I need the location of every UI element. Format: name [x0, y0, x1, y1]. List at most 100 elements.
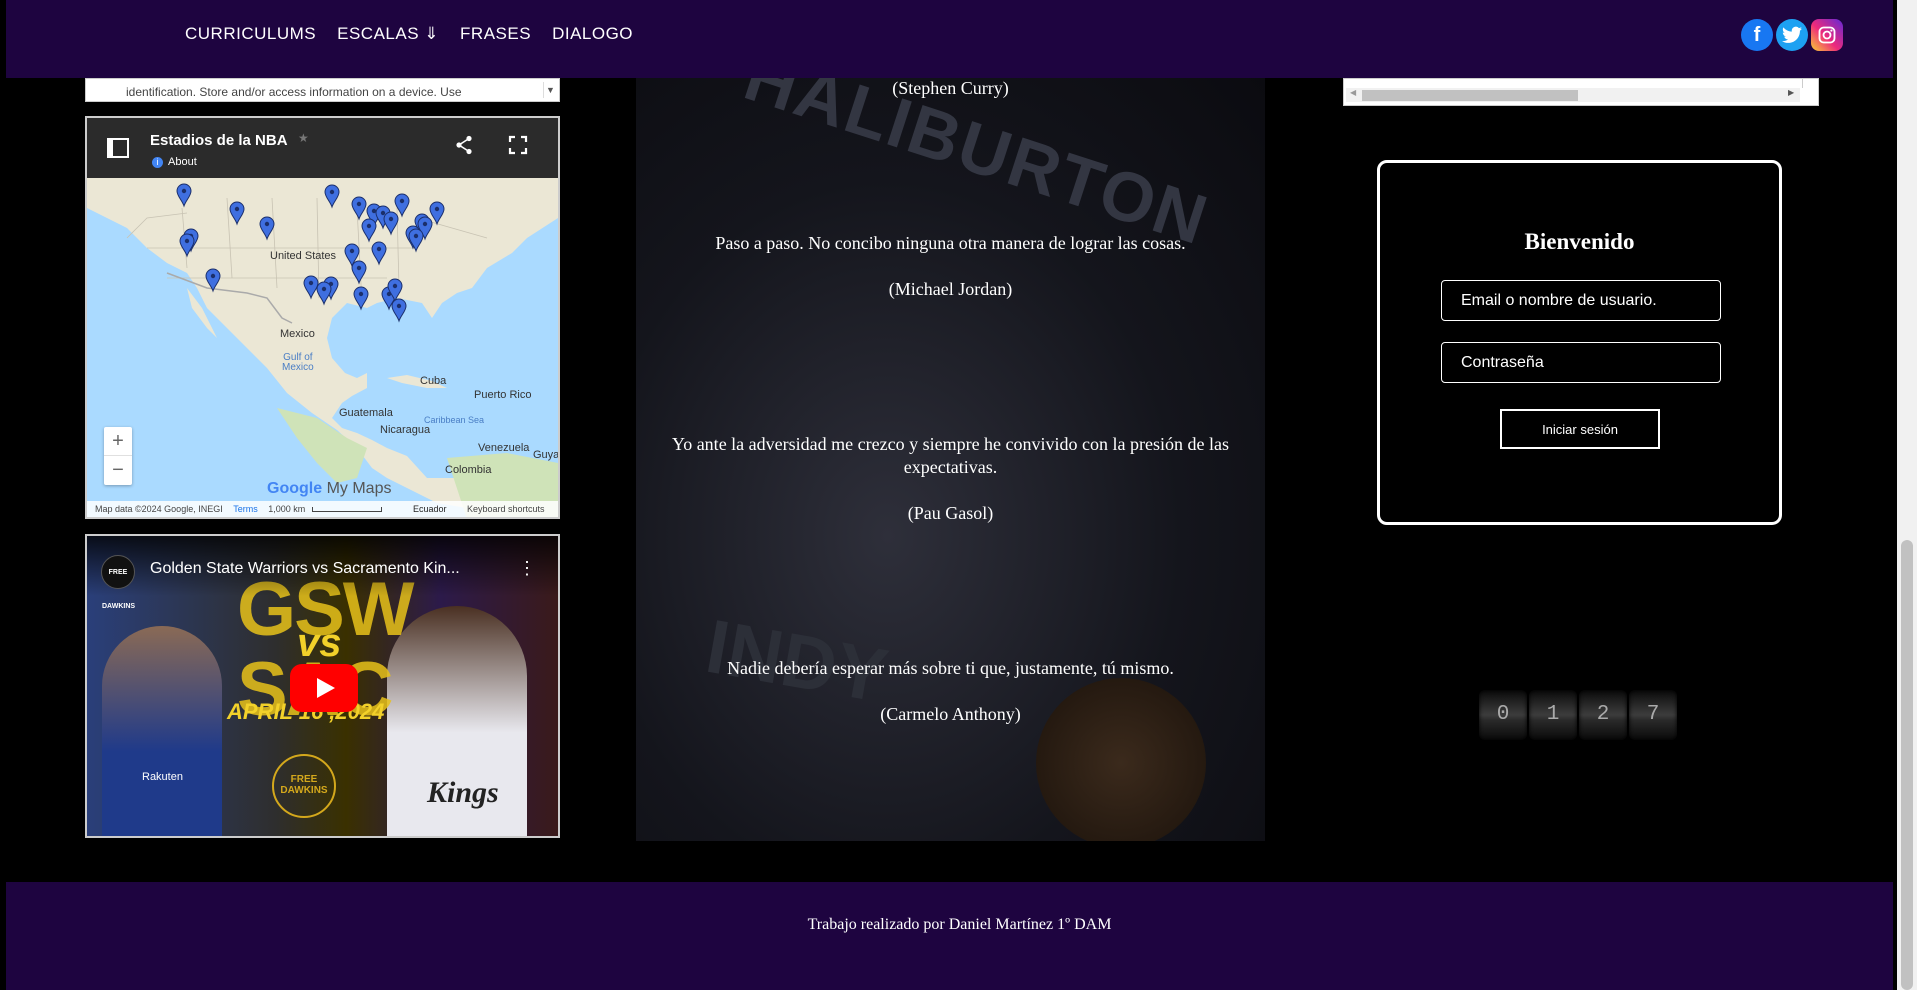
map-pin-dot	[413, 233, 419, 239]
counter-digit: 7	[1629, 690, 1677, 740]
map-pin-dot	[210, 273, 216, 279]
map-legend-icon[interactable]	[107, 138, 129, 158]
instagram-icon[interactable]	[1811, 19, 1843, 51]
map-terms-link[interactable]: Terms	[233, 504, 258, 514]
password-input[interactable]	[1441, 342, 1721, 383]
counter-digit: 0	[1479, 690, 1527, 740]
map-country-label: Ecuador	[413, 504, 447, 514]
map-label-gulf: Gulf of Mexico	[282, 352, 314, 373]
star-icon[interactable]: ★	[298, 131, 309, 145]
vertical-scrollbar[interactable]	[1897, 0, 1917, 990]
fullscreen-icon[interactable]	[508, 135, 528, 155]
map-attribution: Map data ©2024 Google, INEGI Terms 1,000…	[87, 501, 558, 517]
quotes-panel: HALIBURTON INDY (Stephen Curry) Paso a p…	[636, 78, 1265, 841]
map-about-label: About	[168, 156, 197, 168]
facebook-icon[interactable]: f	[1741, 19, 1773, 51]
info-icon: i	[152, 157, 163, 168]
social-links: f	[1741, 19, 1843, 51]
counter-digit: 1	[1529, 690, 1577, 740]
fullscreen-glyph-icon	[508, 135, 528, 155]
map-pin-dot	[399, 198, 405, 204]
map-pin-dot	[234, 206, 240, 212]
map-pin-dot	[349, 248, 355, 254]
counter-digit: 2	[1579, 690, 1627, 740]
quote-author-3: (Pau Gasol)	[907, 503, 994, 523]
quote-text-2: Paso a paso. No concibo ninguna otra man…	[715, 233, 1186, 253]
username-input[interactable]	[1441, 280, 1721, 321]
share-glyph-icon	[456, 135, 472, 155]
scroll-right-icon[interactable]: ▶	[1788, 88, 1794, 97]
scroll-left-icon[interactable]: ◀	[1350, 88, 1356, 97]
map-pin-dot	[358, 291, 364, 297]
bg-basketball	[1036, 678, 1206, 841]
quote-author-4: (Carmelo Anthony)	[880, 704, 1021, 724]
map-label-caribbean: Caribbean Sea	[424, 415, 485, 425]
map-label-mexico: Mexico	[280, 328, 315, 340]
map-pin-dot	[388, 216, 394, 222]
jersey-left-text: Rakuten	[142, 771, 183, 783]
top-navbar: CURRICULUMS ESCALAS ⇓ FRASES DIALOGO f	[6, 0, 1893, 78]
login-title: Bienvenido	[1524, 229, 1635, 254]
visit-counter: 0 1 2 7	[1479, 690, 1677, 740]
quote-text-3: Yo ante la adversidad me crezco y siempr…	[672, 434, 1229, 477]
scroll-corner	[1802, 79, 1818, 88]
scale-bar	[311, 507, 382, 513]
map-pin-dot	[396, 303, 402, 309]
map-pin-dot	[321, 286, 327, 292]
nav-item-frases[interactable]: FRASES	[460, 24, 531, 44]
twitter-icon[interactable]	[1776, 19, 1808, 51]
map-pin-dot	[181, 188, 187, 194]
video-title[interactable]: Golden State Warriors vs Sacramento Kin.…	[150, 560, 460, 578]
login-button[interactable]: Iniciar sesión	[1500, 409, 1660, 449]
main-nav: CURRICULUMS ESCALAS ⇓ FRASES DIALOGO	[185, 24, 633, 44]
mymaps-logo-text: My Maps	[326, 480, 392, 497]
keyboard-shortcuts-link[interactable]: Keyboard shortcuts	[467, 504, 545, 514]
share-icon[interactable]	[455, 135, 473, 161]
map-label-colombia: Colombia	[445, 464, 492, 476]
map-canvas[interactable]: United States Gulf of Mexico Mexico Cuba…	[87, 178, 558, 517]
nav-item-escalas[interactable]: ESCALAS ⇓	[337, 24, 439, 44]
map-pin-dot	[264, 221, 270, 227]
map-header: Estadios de la NBA ★ i About	[87, 118, 558, 178]
nav-item-dialogo[interactable]: DIALOGO	[552, 24, 633, 44]
vertical-scroll-thumb[interactable]	[1901, 540, 1913, 990]
map-label-venezuela: Venezuela	[478, 442, 530, 454]
thumb-logo: FREE DAWKINS	[272, 754, 336, 818]
channel-avatar[interactable]: FREE DAWKINS	[101, 555, 135, 610]
map-label-nicaragua: Nicaragua	[380, 424, 431, 436]
map-pin-dot	[356, 201, 362, 207]
map-data-credit: Map data ©2024 Google, INEGI	[95, 504, 223, 514]
map-pin-dot	[366, 223, 372, 229]
youtube-embed[interactable]: Rakuten Kings GSW vs SAC APRIL 16 ,2024 …	[85, 534, 560, 838]
play-button-icon[interactable]	[290, 664, 358, 712]
more-options-icon[interactable]: ⋮	[518, 558, 536, 579]
map-pin-dot	[434, 206, 440, 212]
map-embed[interactable]: Estadios de la NBA ★ i About United Stat…	[85, 116, 560, 519]
login-form: Bienvenido Iniciar sesión	[1377, 160, 1782, 525]
map-title[interactable]: Estadios de la NBA	[150, 132, 288, 149]
zoom-control: + −	[104, 427, 132, 485]
page: CURRICULUMS ESCALAS ⇓ FRASES DIALOGO f i…	[0, 0, 1917, 990]
map-pin-dot	[329, 189, 335, 195]
map-pin-dot	[184, 238, 190, 244]
zoom-out-button[interactable]: −	[104, 456, 132, 485]
map-scale[interactable]: 1,000 km	[268, 504, 305, 514]
map-about-link[interactable]: i About	[152, 156, 197, 168]
footer-credit: Trabajo realizado por Daniel Martínez 1º…	[807, 916, 1112, 933]
map-pin-dot	[422, 221, 428, 227]
page-footer: Trabajo realizado por Daniel Martínez 1º…	[6, 882, 1893, 990]
quote-author-2: (Michael Jordan)	[888, 279, 1013, 299]
horizontal-scroll-thumb[interactable]	[1362, 90, 1578, 101]
map-pin-dot	[308, 280, 314, 286]
dropdown-arrow-icon[interactable]: ▼	[543, 82, 557, 98]
nav-item-curriculums[interactable]: CURRICULUMS	[185, 24, 316, 44]
consent-text: identification. Store and/or access info…	[126, 85, 462, 99]
consent-text-box[interactable]: identification. Store and/or access info…	[85, 78, 560, 102]
map-pin-dot	[392, 283, 398, 289]
map-label-us: United States	[270, 250, 337, 262]
quote-author-1: (Stephen Curry)	[892, 78, 1009, 98]
google-logo-text: Google	[267, 480, 323, 497]
zoom-in-button[interactable]: +	[104, 427, 132, 456]
quote-text-4: Nadie debería esperar más sobre ti que, …	[727, 658, 1174, 678]
jersey-right-text: Kings	[427, 776, 499, 809]
